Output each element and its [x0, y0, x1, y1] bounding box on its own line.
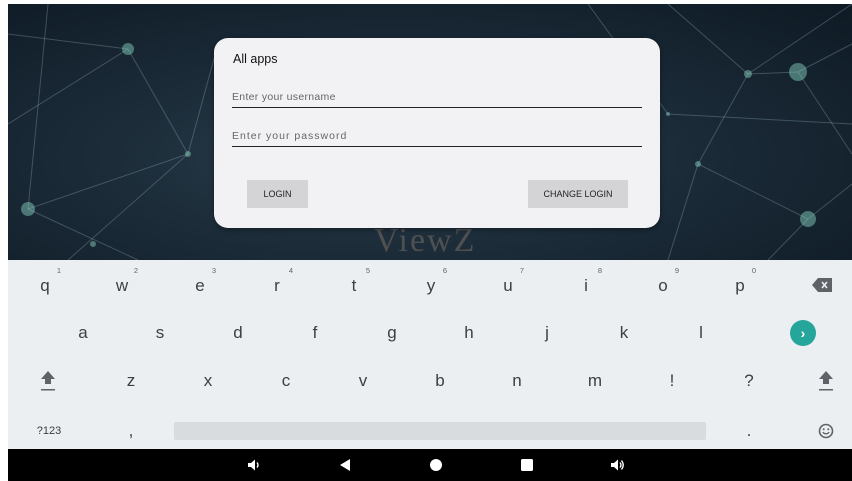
recents-icon — [521, 459, 533, 471]
key-y[interactable]: y6 — [401, 264, 461, 306]
emoji-key[interactable] — [796, 410, 852, 452]
dialog-title: All apps — [233, 52, 278, 66]
back-icon — [340, 459, 350, 471]
password-field-container — [232, 126, 642, 147]
emoji-icon — [818, 423, 834, 439]
shift-key-left[interactable] — [18, 360, 78, 402]
key-e[interactable]: e3 — [170, 264, 230, 306]
key-d[interactable]: d — [208, 312, 268, 354]
backspace-icon — [812, 278, 832, 292]
password-input[interactable] — [232, 126, 642, 146]
volume-up-icon — [611, 459, 624, 471]
key-m[interactable]: m — [565, 360, 625, 402]
key-i[interactable]: i8 — [556, 264, 616, 306]
key-s[interactable]: s — [130, 312, 190, 354]
symbols-key[interactable]: ?123 — [19, 410, 79, 452]
keyboard-row-1: q1 w2 e3 r4 t5 y6 u7 i8 o9 p0 — [8, 264, 852, 306]
key-j[interactable]: j — [517, 312, 577, 354]
home-icon — [430, 459, 442, 471]
key-q[interactable]: q1 — [15, 264, 75, 306]
key-f[interactable]: f — [285, 312, 345, 354]
keyboard-row-3: z x c v b n m ! ? — [8, 360, 852, 402]
key-a[interactable]: a — [53, 312, 113, 354]
username-field-container — [232, 87, 642, 108]
key-b[interactable]: b — [410, 360, 470, 402]
volume-up-button[interactable] — [598, 449, 638, 481]
key-c[interactable]: c — [256, 360, 316, 402]
key-p[interactable]: p0 — [710, 264, 770, 306]
login-button[interactable]: LOGIN — [247, 180, 308, 208]
key-u[interactable]: u7 — [478, 264, 538, 306]
device-screen: ViewZ All apps LOGIN CHANGE LOGIN q1 w2 … — [8, 4, 852, 481]
key-x[interactable]: x — [178, 360, 238, 402]
comma-key[interactable]: , — [101, 410, 161, 452]
key-w[interactable]: w2 — [92, 264, 152, 306]
backspace-key[interactable] — [792, 264, 852, 306]
volume-down-button[interactable] — [234, 449, 274, 481]
soft-keyboard: q1 w2 e3 r4 t5 y6 u7 i8 o9 p0 a s d f g — [8, 260, 852, 449]
back-button[interactable] — [325, 449, 365, 481]
change-login-button[interactable]: CHANGE LOGIN — [528, 180, 628, 208]
shift-icon — [819, 371, 833, 391]
space-bar[interactable] — [174, 422, 706, 440]
username-input[interactable] — [232, 87, 642, 107]
keyboard-row-2: a s d f g h j k l › — [8, 312, 852, 354]
key-n[interactable]: n — [487, 360, 547, 402]
recents-button[interactable] — [507, 449, 547, 481]
key-t[interactable]: t5 — [324, 264, 384, 306]
key-l[interactable]: l — [671, 312, 731, 354]
key-h[interactable]: h — [439, 312, 499, 354]
key-question[interactable]: ? — [719, 360, 779, 402]
enter-arrow-icon: › — [790, 320, 816, 346]
key-k[interactable]: k — [594, 312, 654, 354]
home-button[interactable] — [416, 449, 456, 481]
key-v[interactable]: v — [333, 360, 393, 402]
volume-down-icon — [248, 459, 259, 471]
navigation-bar — [8, 449, 852, 481]
key-o[interactable]: o9 — [633, 264, 693, 306]
key-z[interactable]: z — [101, 360, 161, 402]
login-dialog: All apps LOGIN CHANGE LOGIN — [214, 38, 660, 228]
shift-key-right[interactable] — [796, 360, 852, 402]
key-r[interactable]: r4 — [247, 264, 307, 306]
key-g[interactable]: g — [362, 312, 422, 354]
period-key[interactable]: . — [719, 410, 779, 452]
shift-icon — [41, 371, 55, 391]
key-exclamation[interactable]: ! — [642, 360, 702, 402]
enter-key[interactable]: › — [773, 312, 833, 354]
